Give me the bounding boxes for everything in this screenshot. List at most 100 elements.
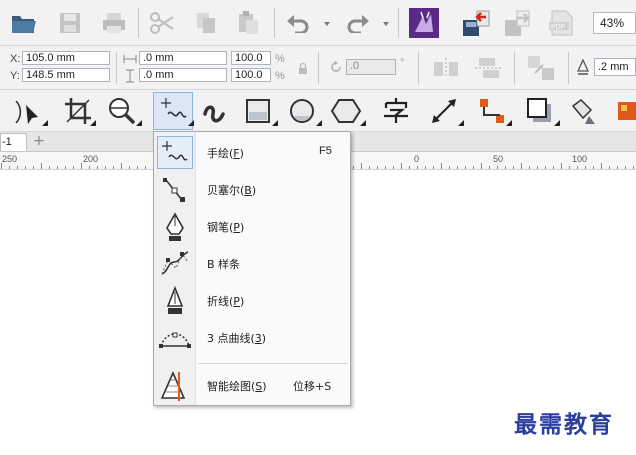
ruler-tick	[17, 166, 18, 169]
paste-icon[interactable]	[232, 9, 264, 37]
toolbar-separator	[398, 8, 399, 38]
menu-item-label: 贝塞尔(B)	[207, 184, 257, 197]
ruler-label: 0	[414, 154, 420, 164]
degree-label: °	[400, 57, 405, 69]
color-eyedropper-tool-icon[interactable]	[612, 94, 636, 128]
ruler-tick	[545, 166, 546, 169]
toolbox	[0, 90, 636, 132]
lock-ratio-icon[interactable]	[296, 60, 310, 76]
percent-label: %	[275, 70, 285, 82]
x-position-label: X:	[10, 53, 21, 65]
toolbar-separator	[274, 8, 275, 38]
application-launcher-icon[interactable]	[408, 7, 440, 39]
ruler-tick	[393, 166, 394, 169]
ruler-tick	[497, 166, 498, 169]
flyout-indicator-icon	[552, 118, 562, 128]
document-tab[interactable]: -1	[0, 133, 27, 151]
ruler-tick	[593, 166, 594, 169]
x-position-field[interactable]: 105.0 mm	[22, 51, 110, 65]
publish-to-pdf-icon[interactable]: PDF	[544, 7, 580, 39]
ruler-tick	[457, 166, 458, 169]
ruler-tick	[145, 166, 146, 169]
width-field[interactable]: .0 mm	[139, 51, 227, 65]
ruler-tick	[81, 163, 82, 169]
ruler-tick	[9, 166, 10, 169]
scale-x-field[interactable]: 100.0	[231, 51, 271, 65]
ruler-tick	[369, 166, 370, 169]
ruler-tick	[401, 163, 402, 169]
flyout-indicator-icon	[40, 118, 50, 128]
outline-width-field[interactable]: .2 mm	[594, 58, 636, 76]
copy-icon[interactable]	[190, 9, 222, 37]
percent-label: %	[275, 53, 285, 65]
rotation-angle-field[interactable]: .0	[346, 59, 396, 75]
menu-item-bezier[interactable]: 贝塞尔(B)	[155, 171, 349, 208]
menu-item-label: 钢笔(P)	[207, 221, 245, 234]
y-position-label: Y:	[10, 70, 20, 82]
convert-to-curves-icon[interactable]	[522, 52, 560, 84]
redo-dropdown-icon[interactable]	[381, 19, 391, 29]
flyout-indicator-icon	[358, 118, 368, 128]
ruler-tick	[57, 166, 58, 169]
menu-item-smart-drawing[interactable]: 智能绘图(S) 位移+S	[155, 367, 349, 404]
menu-item-freehand[interactable]: 手绘(F) F5	[155, 134, 349, 171]
ruler-tick	[441, 163, 442, 169]
menu-item-polyline[interactable]: 折线(P)	[155, 282, 349, 319]
toolbar-separator	[138, 8, 139, 38]
watermark-logo: 最需教育	[514, 411, 614, 438]
redo-icon[interactable]	[344, 11, 372, 35]
menu-item-shortcut: F5	[319, 145, 332, 157]
ruler-tick	[409, 166, 410, 169]
ruler-tick	[49, 166, 50, 169]
flyout-indicator-icon	[88, 118, 98, 128]
standard-toolbar: PDF 43%	[0, 0, 636, 46]
menu-item-3-point-curve[interactable]: 3 点曲线(3)	[155, 319, 349, 356]
ruler-tick	[353, 166, 354, 169]
ruler-tick	[537, 166, 538, 169]
undo-dropdown-icon[interactable]	[322, 19, 332, 29]
width-icon	[122, 52, 138, 66]
menu-item-pen[interactable]: 钢笔(P)	[155, 208, 349, 245]
zoom-level-input[interactable]: 43%	[593, 12, 636, 34]
ruler-tick	[417, 166, 418, 169]
ruler-tick	[121, 163, 122, 169]
menu-item-b-spline[interactable]: B 样条	[155, 245, 349, 282]
export-icon[interactable]	[500, 7, 536, 39]
ruler-label: 50	[493, 154, 504, 164]
ruler-tick	[521, 163, 522, 169]
y-position-field[interactable]: 148.5 mm	[22, 68, 110, 82]
ruler-tick	[473, 166, 474, 169]
ruler-tick	[113, 166, 114, 169]
save-icon[interactable]	[54, 9, 86, 37]
height-field[interactable]: .0 mm	[139, 68, 227, 82]
ruler-label: 100	[572, 154, 588, 164]
artistic-media-tool-icon[interactable]	[198, 94, 234, 128]
cut-icon[interactable]	[146, 9, 178, 37]
ruler-tick	[569, 166, 570, 169]
toolbar-separator	[568, 52, 569, 84]
flyout-indicator-icon	[504, 118, 514, 128]
rotate-icon	[328, 59, 344, 75]
3-point-curve-icon	[157, 321, 193, 354]
ruler-tick	[617, 166, 618, 169]
toolbar-separator	[116, 52, 117, 84]
scale-y-field[interactable]: 100.0	[231, 68, 271, 82]
ruler-tick	[529, 166, 530, 169]
undo-icon[interactable]	[284, 11, 312, 35]
ruler-tick	[129, 166, 130, 169]
menu-item-shortcut: 位移+S	[293, 380, 332, 393]
mirror-vertical-icon[interactable]	[470, 54, 506, 82]
transparency-tool-icon[interactable]	[566, 94, 602, 128]
ruler-tick	[89, 166, 90, 169]
ruler-tick	[105, 166, 106, 169]
add-page-button[interactable]: +	[31, 134, 47, 150]
height-icon	[122, 69, 138, 83]
flyout-indicator-icon	[186, 118, 196, 128]
open-folder-icon[interactable]	[8, 9, 40, 37]
text-tool-icon[interactable]	[378, 94, 414, 128]
toolbar-separator	[514, 52, 515, 84]
ruler-tick	[449, 166, 450, 169]
print-icon[interactable]	[98, 9, 130, 37]
import-icon[interactable]	[458, 7, 494, 39]
mirror-horizontal-icon[interactable]	[428, 54, 464, 82]
